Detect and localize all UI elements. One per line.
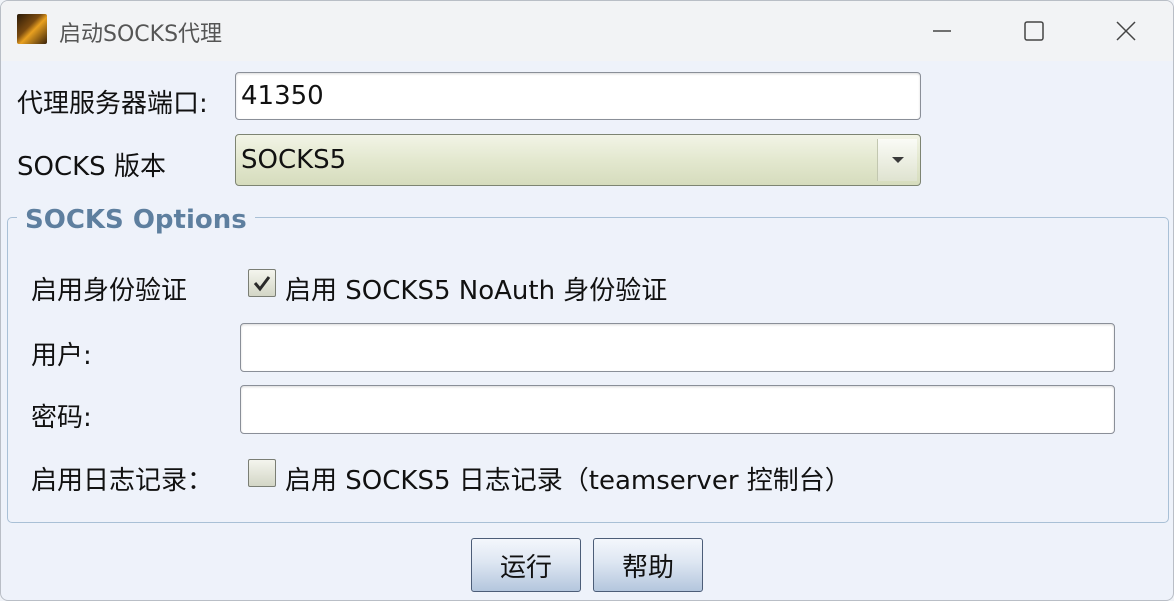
socks-version-select[interactable]: SOCKS5 (235, 134, 921, 186)
close-icon (1116, 21, 1136, 41)
socks-proxy-dialog: 启动SOCKS代理 代理服务器端口: SOCKS 版本 SOCKS5 SOCKS… (0, 0, 1174, 601)
password-input[interactable] (240, 385, 1115, 434)
minimize-icon (933, 30, 951, 32)
user-input[interactable] (240, 323, 1115, 372)
socks-version-label: SOCKS 版本 (17, 152, 166, 182)
run-button[interactable]: 运行 (471, 538, 581, 592)
auth-checkbox-label[interactable]: 启用 SOCKS5 NoAuth 身份验证 (285, 270, 667, 307)
minimize-button[interactable] (896, 1, 988, 61)
title-bar: 启动SOCKS代理 (1, 1, 1173, 61)
auth-checkbox[interactable] (248, 269, 276, 297)
logging-label: 启用日志记录： (31, 466, 214, 496)
password-label: 密码: (31, 403, 92, 433)
auth-label: 启用身份验证 (31, 276, 188, 306)
socks-options-title: SOCKS Options (17, 205, 255, 235)
help-button[interactable]: 帮助 (593, 538, 703, 592)
app-icon (17, 14, 47, 44)
user-label: 用户: (31, 341, 92, 371)
close-button[interactable] (1080, 1, 1172, 61)
checkmark-icon (253, 276, 271, 292)
port-label: 代理服务器端口: (17, 89, 208, 119)
socks-version-value: SOCKS5 (241, 145, 347, 175)
logging-checkbox[interactable] (248, 459, 276, 487)
maximize-button[interactable] (988, 1, 1080, 61)
port-input[interactable] (235, 72, 921, 120)
maximize-icon (1024, 21, 1044, 41)
dropdown-arrow-button[interactable] (877, 139, 917, 181)
logging-checkbox-label[interactable]: 启用 SOCKS5 日志记录（teamserver 控制台） (285, 460, 851, 497)
chevron-down-icon (891, 157, 904, 163)
window-title: 启动SOCKS代理 (59, 22, 223, 47)
